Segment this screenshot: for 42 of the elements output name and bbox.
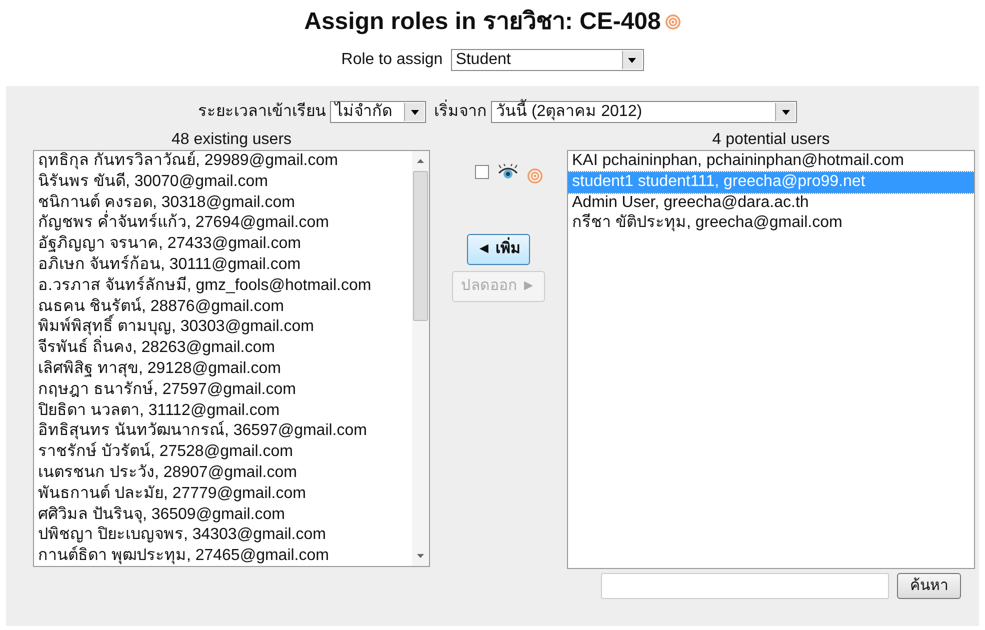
list-option[interactable]: นิรันพร ขันดี, 30070@gmail.com: [34, 172, 412, 193]
list-option[interactable]: อัฐภิญญา จรนาค, 27433@gmail.com: [34, 234, 412, 255]
page-title: Assign roles in รายวิชา: CE-408: [304, 7, 661, 37]
list-option[interactable]: ศศิวิมล ปันรินจุ, 36509@gmail.com: [34, 504, 412, 526]
search-field[interactable]: [601, 573, 889, 599]
eye-icon[interactable]: [496, 164, 518, 180]
duration-select[interactable]: ไม่จำกัด: [330, 101, 426, 123]
dropdown-arrow-icon[interactable]: [628, 58, 636, 62]
list-option[interactable]: จีรพันธ์ ถิ่นคง, 28263@gmail.com: [34, 338, 412, 359]
list-option[interactable]: เลิศพิสิฐ ทาสุข, 29128@gmail.com: [34, 358, 412, 380]
add-button[interactable]: ◄ เพิ่ม: [467, 234, 530, 265]
scroll-up-icon[interactable]: [417, 159, 424, 163]
list-option[interactable]: พันธกานต์ ปละมัย, 27779@gmail.com: [34, 484, 412, 505]
list-option[interactable]: กรีชา ขัติประทุม, greecha@gmail.com: [568, 213, 974, 234]
start-label: เริ่มจาก: [434, 100, 487, 124]
list-option[interactable]: KAI pchaininphan, pchaininphan@hotmail.com: [568, 151, 974, 172]
list-option[interactable]: อภิเษก จันทร์ก้อน, 30111@gmail.com: [34, 254, 412, 276]
list-option[interactable]: กัญชพร ค่ำจันทร์แก้ว, 27694@gmail.com: [34, 213, 412, 234]
scroll-down-icon[interactable]: [417, 554, 424, 558]
list-option[interactable]: กฤษฎา ธนารักษ์, 27597@gmail.com: [34, 380, 412, 401]
list-heading: 4 potential users: [712, 130, 830, 150]
list-option[interactable]: เนตรชนก ประวัง, 28907@gmail.com: [34, 462, 412, 484]
role-label: Role to assign: [341, 50, 443, 70]
existing-users-list[interactable]: [33, 150, 430, 567]
role-select[interactable]: Student: [450, 49, 644, 71]
scrollbar[interactable]: [412, 151, 429, 566]
list-option[interactable]: Admin User, greecha@dara.ac.th: [568, 192, 974, 214]
list-heading: 48 existing users: [171, 130, 292, 150]
list-option[interactable]: อิทธิสุนทร นันทวัฒนากรณ์, 36597@gmail.com: [34, 421, 412, 442]
potential-users-list[interactable]: KAI pchaininphan, pchaininphan@hotmail.com student1 student111, greecha@pro99.net Admin User, greecha@dara.ac.th กรีชา ขัติประทุม, greecha@gmail.com: [567, 150, 975, 569]
checkbox[interactable]: [474, 165, 488, 179]
list-option[interactable]: ปิยธิดา นวลตา, 31112@gmail.com: [34, 400, 412, 422]
duration-label: ระยะเวลาเข้าเรียน: [198, 101, 326, 122]
list-option[interactable]: ราชรักษ์ บัวรัตน์, 27528@gmail.com: [34, 442, 412, 463]
dropdown-arrow-icon[interactable]: [782, 110, 790, 114]
list-option[interactable]: อ.วรภาส จันทร์ลักษมี, gmz_fools@hotmail.com: [34, 276, 412, 297]
start-select[interactable]: วันนี้ (2ตุลาคม 2012): [491, 101, 797, 123]
list-option[interactable]: กานต์ธิดา พุฒประทุม, 27465@gmail.com: [34, 546, 412, 566]
dropdown-arrow-icon[interactable]: [410, 110, 418, 114]
list-option[interactable]: ปพิชญา ปิยะเบญจพร, 34303@gmail.com: [34, 525, 412, 546]
list-option[interactable]: ฤทธิกุล กันทรวิลาวัณย์, 29989@gmail.com: [34, 151, 412, 172]
search-button[interactable]: ค้นหา: [897, 573, 961, 599]
